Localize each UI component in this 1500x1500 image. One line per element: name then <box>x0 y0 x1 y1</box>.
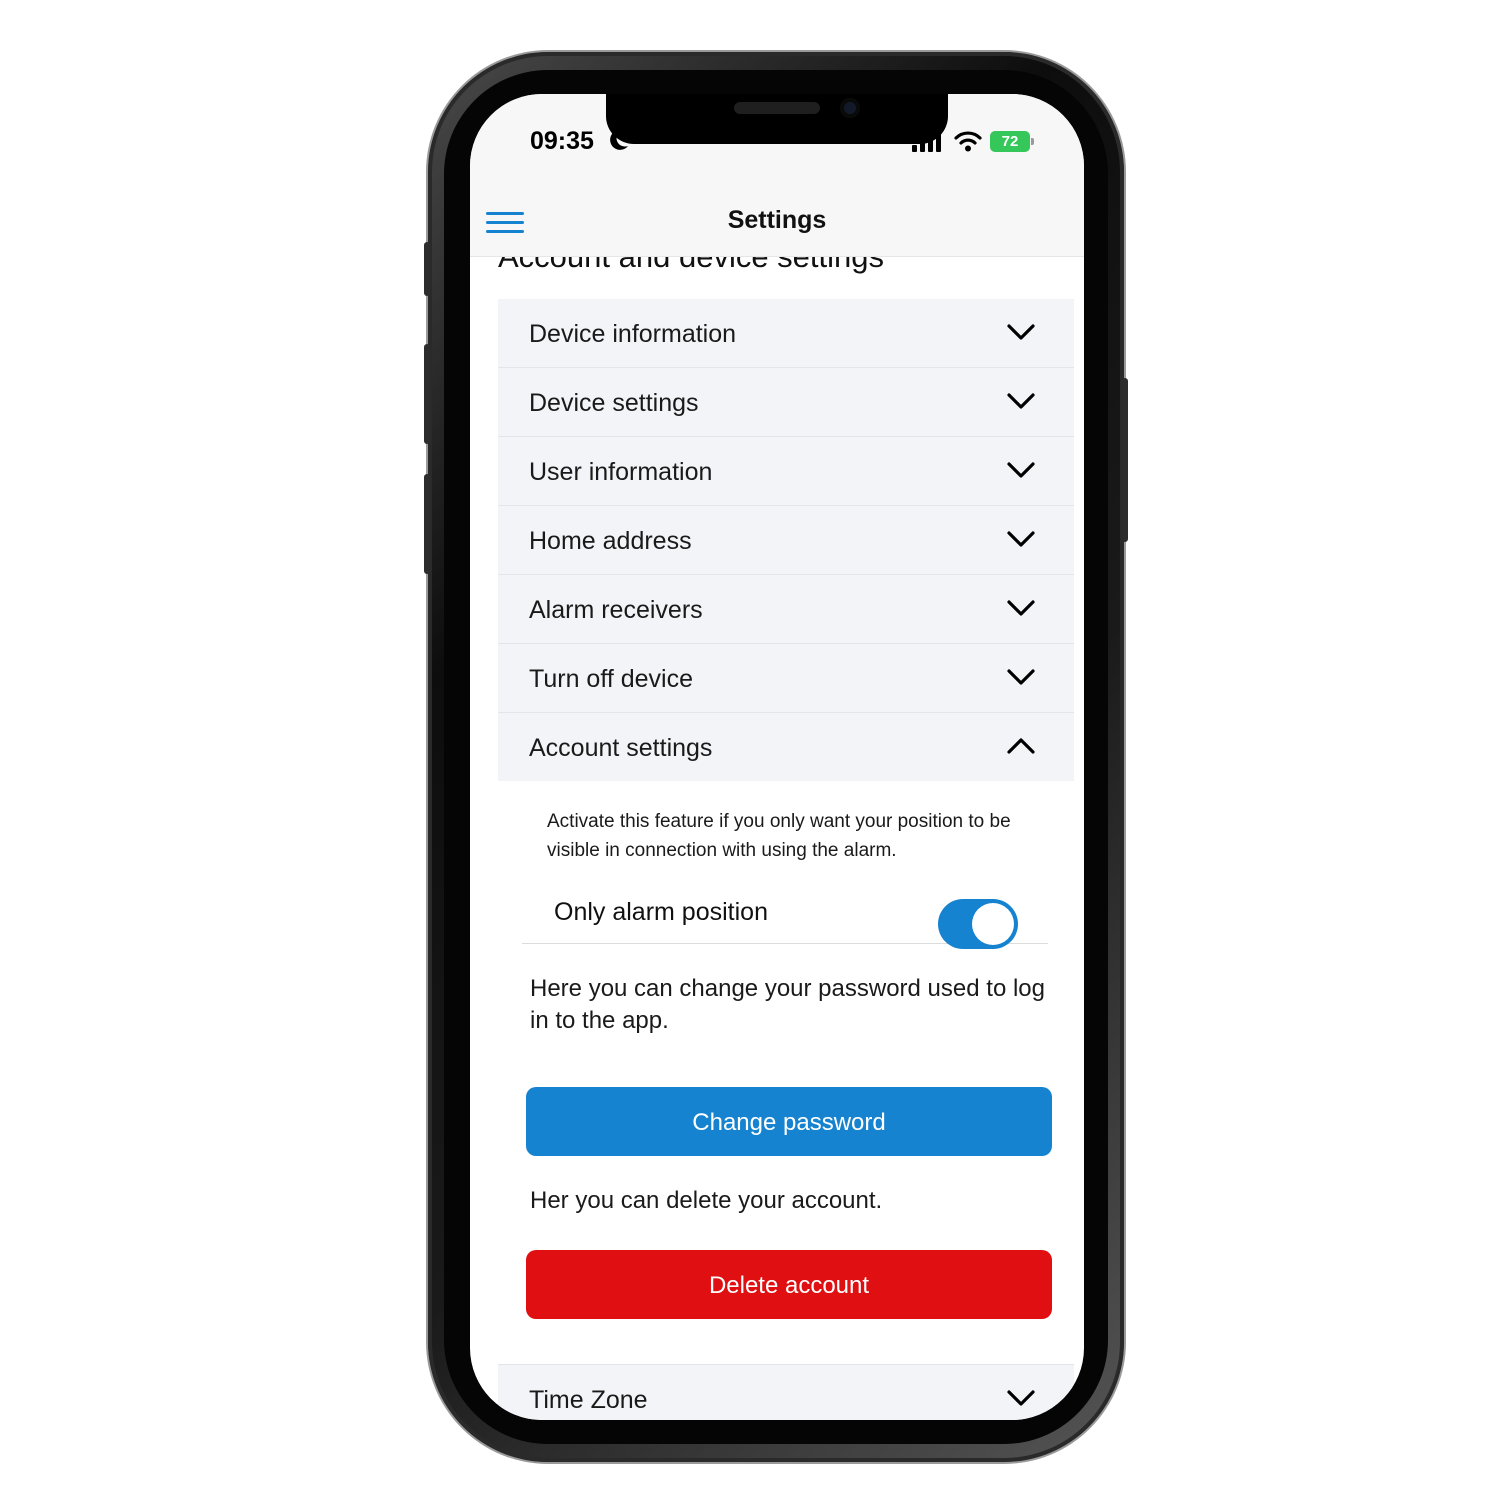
status-time: 09:35 <box>530 127 594 155</box>
power-button <box>1122 378 1128 542</box>
volume-up-button <box>424 344 430 444</box>
only-alarm-position-row: Only alarm position <box>522 871 1048 949</box>
battery-icon: 72 <box>990 131 1030 152</box>
phone-screen: 09:35 72 Settings Device information Dev… <box>470 94 1084 1420</box>
silent-switch <box>424 242 430 296</box>
delete-account-description: Her you can delete your account. <box>530 1187 883 1214</box>
accordion-user-information[interactable]: User information <box>498 437 1074 506</box>
volume-down-button <box>424 474 430 574</box>
accordion-turn-off-device[interactable]: Turn off device <box>498 644 1074 713</box>
accordion-home-address[interactable]: Home address <box>498 506 1074 575</box>
section-title: Account and device settings <box>498 257 884 275</box>
delete-account-button[interactable]: Delete account <box>526 1250 1052 1319</box>
alarm-position-description: Activate this feature if you only want y… <box>547 811 1011 861</box>
accordion-label: Account settings <box>529 734 713 762</box>
password-description: Here you can change your password used t… <box>530 975 1045 1034</box>
only-alarm-position-label: Only alarm position <box>554 898 768 926</box>
wifi-icon <box>954 130 982 157</box>
chevron-down-icon[interactable] <box>1006 461 1036 484</box>
chevron-down-icon[interactable] <box>1006 392 1036 415</box>
accordion-alarm-receivers[interactable]: Alarm receivers <box>498 575 1074 644</box>
settings-accordion: Device information Device settings User … <box>498 299 1074 781</box>
accordion-time-zone[interactable]: Time Zone <box>498 1364 1074 1420</box>
front-camera-icon <box>840 98 860 118</box>
accordion-account-settings[interactable]: Account settings <box>498 713 1074 781</box>
chevron-down-icon[interactable] <box>1006 1389 1036 1412</box>
chevron-down-icon[interactable] <box>1006 668 1036 691</box>
chevron-up-icon[interactable] <box>1006 737 1036 760</box>
battery-cap <box>1031 138 1034 145</box>
accordion-label: Time Zone <box>529 1386 648 1414</box>
accordion-device-settings[interactable]: Device settings <box>498 368 1074 437</box>
change-password-button[interactable]: Change password <box>526 1087 1052 1156</box>
accordion-label: User information <box>529 458 713 486</box>
chevron-down-icon[interactable] <box>1006 323 1036 346</box>
settings-content[interactable]: Account and device settings Device infor… <box>470 257 1084 1420</box>
notch <box>606 94 948 144</box>
speaker-grille <box>734 102 820 114</box>
accordion-device-information[interactable]: Device information <box>498 299 1074 368</box>
accordion-label: Alarm receivers <box>529 596 703 624</box>
page-title: Settings <box>727 206 827 234</box>
chevron-down-icon[interactable] <box>1006 599 1036 622</box>
only-alarm-position-toggle[interactable] <box>938 899 1018 949</box>
accordion-label: Home address <box>529 527 692 555</box>
accordion-label: Device settings <box>529 389 699 417</box>
app-header: Settings <box>470 174 1084 257</box>
chevron-down-icon[interactable] <box>1006 530 1036 553</box>
accordion-label: Device information <box>529 320 737 348</box>
toggle-knob <box>972 903 1014 945</box>
accordion-label: Turn off device <box>529 665 693 693</box>
